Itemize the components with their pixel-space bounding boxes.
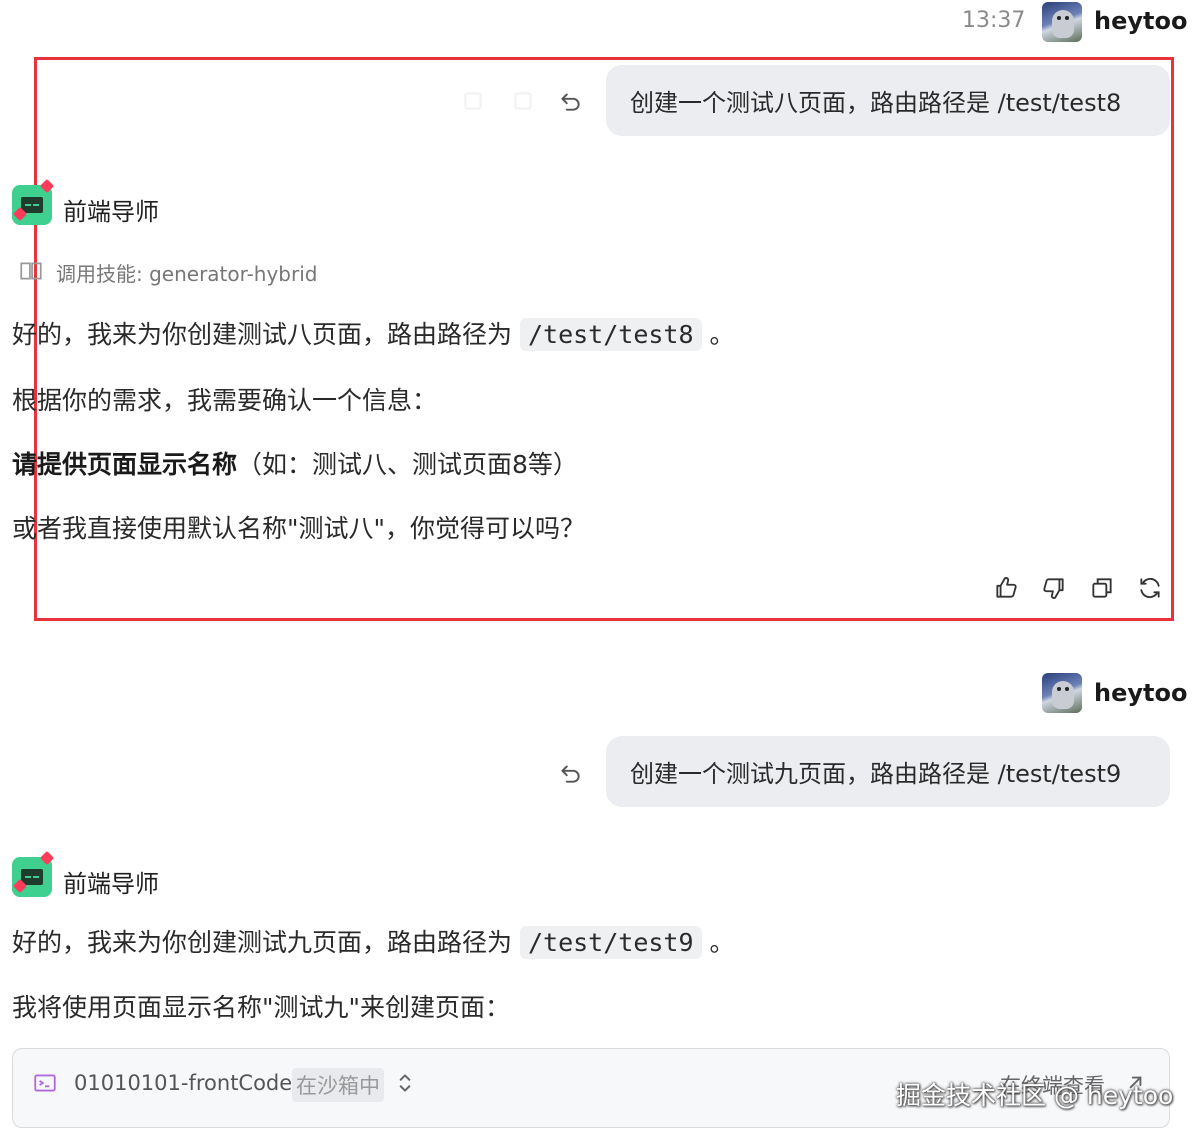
chevron-updown-icon[interactable] (390, 1068, 420, 1098)
faded-icon (458, 86, 488, 116)
bot-name: 前端导师 (63, 870, 159, 898)
book-icon (16, 256, 46, 286)
copy-icon[interactable] (1087, 573, 1117, 603)
thumbs-down-icon[interactable] (1039, 573, 1069, 603)
user-message-bubble: 创建一个测试九页面，路由路径是 /test/test9 (606, 736, 1170, 807)
user-message-text: 创建一个测试八页面，路由路径是 /test/test8 (630, 89, 1122, 117)
reply-text: 。 (709, 320, 735, 349)
tool-status-badge: 在沙箱中 (292, 1068, 384, 1102)
user-name: heytoo (1094, 679, 1188, 707)
bold-text: 请提供页面显示名称 (12, 450, 238, 479)
bot-name: 前端导师 (63, 198, 159, 226)
reply-text: 好的，我来为你创建测试九页面，路由路径为 (12, 928, 513, 957)
undo-icon[interactable] (555, 758, 585, 788)
inline-code: /test/test8 (519, 318, 702, 351)
reply-text: 。 (709, 928, 735, 957)
user-avatar (1042, 2, 1082, 42)
reply-paragraph: 好的，我来为你创建测试八页面，路由路径为 /test/test8 。 (12, 315, 735, 351)
reply-paragraph: 根据你的需求，我需要确认一个信息： (12, 386, 438, 415)
faded-icon (508, 86, 538, 116)
reply-paragraph: 我将使用页面显示名称"测试九"来创建页面： (12, 993, 510, 1022)
bot-avatar (12, 850, 55, 897)
bot-avatar (12, 178, 55, 225)
user-avatar (1042, 673, 1082, 713)
user-message-text: 创建一个测试九页面，路由路径是 /test/test9 (630, 760, 1122, 788)
reply-text: 好的，我来为你创建测试八页面，路由路径为 (12, 320, 513, 349)
reply-paragraph: 或者我直接使用默认名称"测试八"，你觉得可以吗？ (12, 514, 586, 543)
user-name: heytoo (1094, 7, 1188, 35)
skill-label: 调用技能: generator-hybrid (56, 262, 318, 286)
reply-text: （如：测试八、测试页面8等） (237, 450, 578, 479)
watermark: 掘金技术社区 @ heytoo (896, 1081, 1174, 1110)
terminal-icon (30, 1068, 60, 1098)
thumbs-up-icon[interactable] (991, 573, 1021, 603)
tool-name: 01010101-frontCode (74, 1071, 293, 1095)
inline-code: /test/test9 (519, 926, 702, 959)
undo-icon[interactable] (555, 86, 585, 116)
user-message-bubble: 创建一个测试八页面，路由路径是 /test/test8 (606, 65, 1170, 136)
message-time: 13:37 (962, 8, 1026, 33)
refresh-icon[interactable] (1135, 573, 1165, 603)
reply-paragraph: 请提供页面显示名称（如：测试八、测试页面8等） (12, 445, 578, 481)
reply-paragraph: 好的，我来为你创建测试九页面，路由路径为 /test/test9 。 (12, 923, 735, 959)
